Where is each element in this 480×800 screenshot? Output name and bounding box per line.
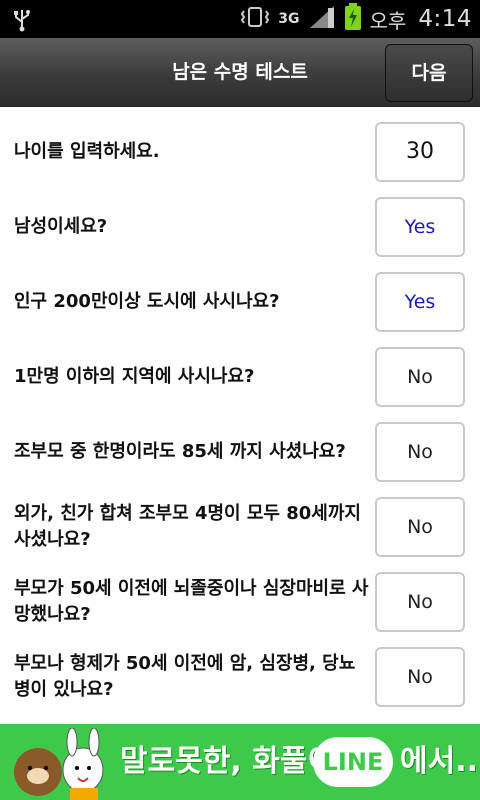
battery-charging-icon xyxy=(344,3,362,35)
vibrate-icon xyxy=(240,5,270,33)
question-label: 남성이세요? xyxy=(14,216,108,237)
question-label: 나이를 입력하세요. xyxy=(14,141,160,162)
signal-icon xyxy=(308,4,336,34)
title-bar: 남은 수명 테스트 다음 xyxy=(0,38,480,107)
question-label: 조부모 중 한명이라도 85세 까지 사셨나요? xyxy=(14,441,346,462)
question-label: 부모가 50세 이전에 뇌졸중이나 심장마비로 사망했나요? xyxy=(14,578,369,625)
ampm-label: 오후 xyxy=(369,8,407,33)
network-type-icon: 3G xyxy=(278,11,300,27)
next-button[interactable]: 다음 xyxy=(385,44,473,102)
line-logo: LINE xyxy=(313,737,393,787)
question-label: 1만명 이하의 지역에 사시나요? xyxy=(14,366,255,387)
answer-toggle-button[interactable]: No xyxy=(375,647,465,707)
answer-toggle-button[interactable]: Yes xyxy=(375,272,465,332)
clock: 4:14 xyxy=(418,6,472,32)
answer-toggle-button[interactable]: No xyxy=(375,422,465,482)
answer-toggle-button[interactable]: No xyxy=(375,347,465,407)
answer-toggle-button[interactable]: Yes xyxy=(375,197,465,257)
answer-toggle-button[interactable]: No xyxy=(375,572,465,632)
ad-text: 말로못한, 화풀이 xyxy=(120,744,336,779)
answer-toggle-button[interactable]: No xyxy=(375,497,465,557)
ad-banner[interactable]: 말로못한, 화풀이 LINE 에서.. xyxy=(0,724,480,800)
question-label: 외가, 친가 합쳐 조부모 4명이 모두 80세까지 사셨나요? xyxy=(14,503,361,550)
usb-icon xyxy=(12,8,32,36)
status-bar: 3G 오후 4:14 xyxy=(0,0,480,38)
age-input[interactable]: 30 xyxy=(375,122,465,182)
question-label: 부모나 형제가 50세 이전에 암, 심장병, 당뇨병이 있나요? xyxy=(14,653,356,700)
question-label: 인구 200만이상 도시에 사시나요? xyxy=(14,291,280,312)
line-characters-image xyxy=(8,727,114,800)
ad-text-tail: 에서.. xyxy=(400,744,478,779)
